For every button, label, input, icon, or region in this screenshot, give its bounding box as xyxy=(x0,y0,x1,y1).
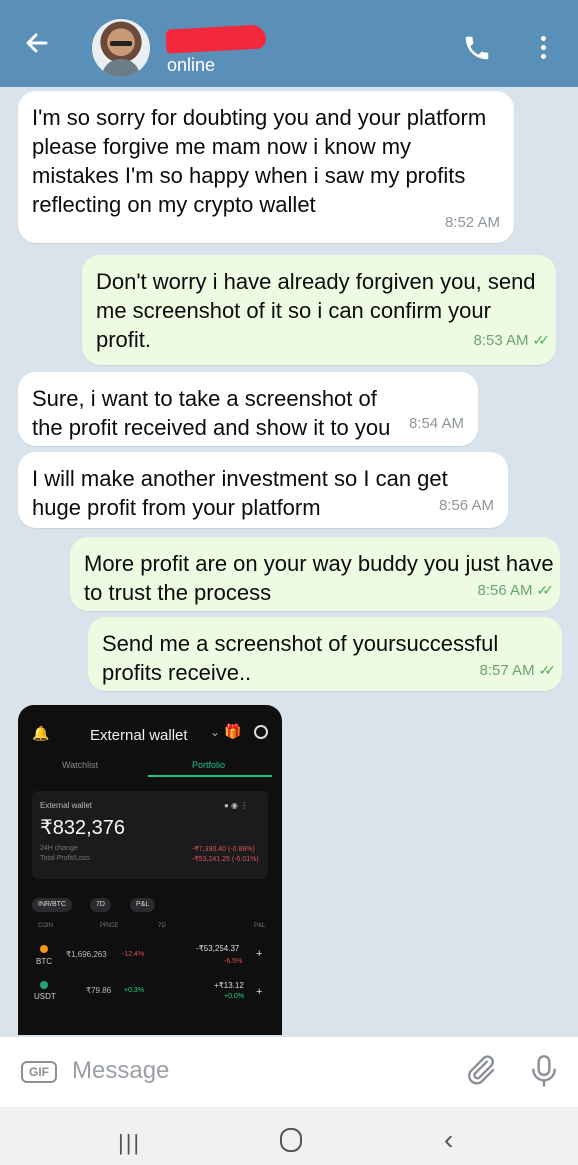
coin-name: USDT xyxy=(34,992,56,1001)
microphone-icon[interactable] xyxy=(528,1052,560,1090)
read-check-icon: ✓✓ xyxy=(536,582,555,598)
message-time: 8:56 AM xyxy=(438,497,494,514)
message-bubble[interactable]: Send me a screenshot of yoursuccessful p… xyxy=(88,617,562,691)
pl-label: Total Profit/Loss xyxy=(40,855,90,862)
message-time: 8:57 AM xyxy=(479,662,535,679)
message-bubble[interactable]: More profit are on your way buddy you ju… xyxy=(70,537,560,611)
avatar[interactable] xyxy=(92,19,150,77)
bell-icon: 🔔 xyxy=(32,725,50,741)
col-7d: 7D xyxy=(158,923,166,929)
add-icon: + xyxy=(256,948,263,960)
message-time: 8:52 AM xyxy=(444,214,500,231)
message-input[interactable]: Message xyxy=(72,1057,169,1085)
chip-inr-btc: INR/BTC xyxy=(32,898,72,912)
settings-icon xyxy=(254,725,268,739)
tab-watchlist: Watchlist xyxy=(62,760,99,770)
read-check-icon: ✓✓ xyxy=(538,662,557,678)
add-icon: + xyxy=(256,986,263,998)
message-text: I will make another investment so I can … xyxy=(32,466,448,520)
coin-change: +0.3% xyxy=(124,987,145,994)
chip-pl: P&L xyxy=(130,898,156,912)
wallet-title: External wallet xyxy=(90,727,188,744)
btc-icon xyxy=(40,945,48,953)
col-coin: COIN xyxy=(38,923,53,929)
active-tab-indicator xyxy=(148,775,272,777)
contact-status: online xyxy=(167,55,216,75)
message-time: 8:56 AM xyxy=(477,582,533,599)
col-pl: P&L xyxy=(254,923,266,929)
change-value: -₹7,390.40 (-0.88%) xyxy=(192,846,255,853)
card-actions-icon: ● ◉ ⋮ xyxy=(224,801,249,810)
message-text: Sure, i want to take a screenshot of the… xyxy=(32,386,391,440)
chip-7d: 7D xyxy=(90,898,111,912)
recent-apps-icon[interactable]: ||| xyxy=(118,1130,141,1156)
message-time: 8:53 AM xyxy=(473,332,529,349)
coin-pl-pct: +0.0% xyxy=(224,993,245,1000)
coin-pl: -₹53,254.37 xyxy=(196,944,240,953)
card-label: External wallet xyxy=(40,801,93,810)
message-bubble[interactable]: Don't worry i have already forgiven you,… xyxy=(82,255,556,365)
coin-pl: +₹13.12 xyxy=(214,981,244,990)
shared-wallet-screenshot[interactable]: 🔔 External wallet ⌄ 🎁 Watchlist Portfoli… xyxy=(18,705,282,1035)
wallet-balance: ₹832,376 xyxy=(40,817,126,839)
coin-price: ₹1,696,263 xyxy=(66,950,107,959)
message-bubble[interactable]: Sure, i want to take a screenshot of the… xyxy=(18,372,478,446)
gif-button[interactable]: GIF xyxy=(21,1061,57,1083)
more-options-icon[interactable] xyxy=(538,36,548,60)
tab-portfolio: Portfolio xyxy=(192,760,226,770)
attach-icon[interactable] xyxy=(462,1052,498,1088)
coin-pl-pct: -6.5% xyxy=(224,958,243,965)
phone-icon[interactable] xyxy=(462,33,492,63)
home-icon[interactable] xyxy=(280,1128,302,1152)
back-arrow-icon[interactable] xyxy=(22,28,52,58)
change-label: 24H change xyxy=(40,845,78,852)
message-time: 8:54 AM xyxy=(408,415,464,432)
gift-icon: 🎁 xyxy=(224,723,242,739)
pl-value: -₹53,241.25 (-6.01%) xyxy=(192,856,259,863)
coin-name: BTC xyxy=(36,957,52,966)
message-bubble[interactable]: I'm so sorry for doubting you and your p… xyxy=(18,91,514,243)
usdt-icon xyxy=(40,981,48,989)
chevron-down-icon: ⌄ xyxy=(210,725,221,739)
back-icon[interactable]: ‹ xyxy=(444,1124,453,1156)
message-bubble[interactable]: I will make another investment so I can … xyxy=(18,452,508,528)
coin-change: -12.4% xyxy=(122,951,145,958)
coin-price: ₹79.86 xyxy=(86,986,112,995)
message-text: I'm so sorry for doubting you and your p… xyxy=(32,105,487,217)
wallet-card: External wallet ● ◉ ⋮ ₹832,376 24H chang… xyxy=(32,791,268,879)
read-check-icon: ✓✓ xyxy=(532,332,551,348)
col-price: PRICE xyxy=(100,923,119,929)
